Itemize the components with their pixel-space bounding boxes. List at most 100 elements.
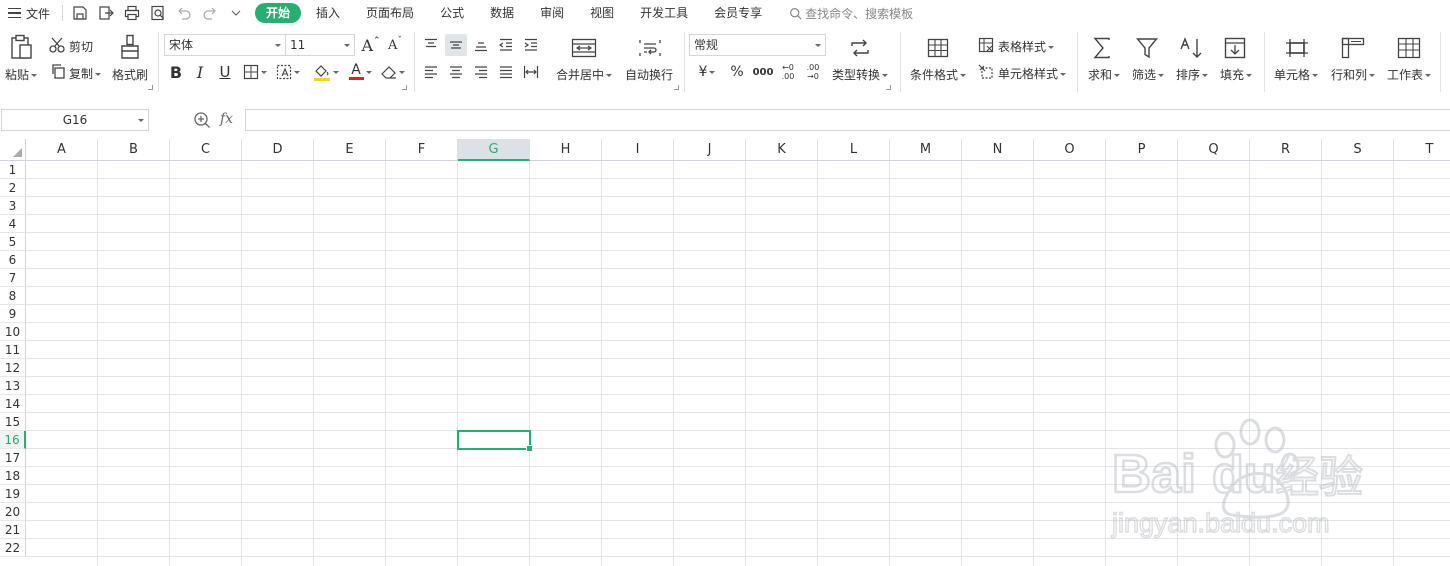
cell-label[interactable]: 单元格 <box>1274 66 1319 83</box>
save-icon[interactable] <box>71 4 89 22</box>
column-header-A[interactable]: A <box>26 139 98 161</box>
cell-icon-button[interactable] <box>1284 36 1310 60</box>
print-preview-icon[interactable] <box>149 4 167 22</box>
worksheet-icon-button[interactable] <box>1396 36 1422 60</box>
column-header-D[interactable]: D <box>242 139 314 161</box>
column-header-N[interactable]: N <box>962 139 1034 161</box>
justify-button[interactable] <box>495 61 517 83</box>
row-header-22[interactable]: 22 <box>0 539 26 557</box>
column-header-T[interactable]: T <box>1394 139 1450 161</box>
column-header-Q[interactable]: Q <box>1178 139 1250 161</box>
row-header-3[interactable]: 3 <box>0 197 26 215</box>
redo-icon[interactable] <box>201 4 219 22</box>
column-header-O[interactable]: O <box>1034 139 1106 161</box>
table-style-icon-button[interactable] <box>977 36 995 54</box>
fill-icon-button[interactable] <box>1223 36 1247 60</box>
file-menu[interactable]: 文件 <box>0 0 58 26</box>
merge-center-label[interactable]: 合并居中 <box>556 66 613 83</box>
row-header-17[interactable]: 17 <box>0 449 26 467</box>
format-painter-label[interactable]: 格式刷 <box>112 66 148 83</box>
decrease-font-button[interactable]: Aˇ <box>384 34 406 56</box>
name-box[interactable]: G16 <box>1 109 149 131</box>
number-format-select[interactable]: 常规 <box>689 34 826 56</box>
paste-button[interactable] <box>8 34 34 60</box>
decrease-decimal-button[interactable]: .00 →0 <box>801 61 825 83</box>
row-header-12[interactable]: 12 <box>0 359 26 377</box>
tab-home[interactable]: 开始 <box>255 3 302 23</box>
sum-label[interactable]: 求和 <box>1088 66 1121 83</box>
increase-indent-button[interactable] <box>520 34 542 56</box>
select-all-corner[interactable] <box>0 139 26 161</box>
tab-data[interactable]: 数据 <box>477 3 527 23</box>
column-header-M[interactable]: M <box>890 139 962 161</box>
paste-label[interactable]: 粘贴 <box>5 66 38 83</box>
tab-developer[interactable]: 开发工具 <box>627 3 701 23</box>
conditional-format-label[interactable]: 条件格式 <box>910 66 967 83</box>
row-header-2[interactable]: 2 <box>0 179 26 197</box>
column-header-I[interactable]: I <box>602 139 674 161</box>
fill-label[interactable]: 填充 <box>1220 66 1253 83</box>
row-header-15[interactable]: 15 <box>0 413 26 431</box>
launcher-icon[interactable] <box>886 85 891 90</box>
column-header-H[interactable]: H <box>530 139 602 161</box>
column-header-C[interactable]: C <box>170 139 242 161</box>
column-header-S[interactable]: S <box>1322 139 1394 161</box>
selected-cell-G16[interactable] <box>457 430 533 452</box>
cut-icon-button[interactable] <box>48 36 68 54</box>
launcher-icon[interactable] <box>148 85 153 90</box>
column-header-R[interactable]: R <box>1250 139 1322 161</box>
launcher-icon[interactable] <box>402 85 407 90</box>
column-header-L[interactable]: L <box>818 139 890 161</box>
wrap-text-icon-button[interactable] <box>636 36 664 60</box>
copy-icon-button[interactable] <box>48 62 68 80</box>
chevron-down-icon[interactable] <box>227 4 245 22</box>
font-size-select[interactable]: 11 <box>285 34 355 56</box>
tab-insert[interactable]: 插入 <box>303 3 353 23</box>
row-header-1[interactable]: 1 <box>0 161 26 179</box>
type-convert-label[interactable]: 类型转换 <box>832 66 889 83</box>
column-header-K[interactable]: K <box>746 139 818 161</box>
row-header-14[interactable]: 14 <box>0 395 26 413</box>
row-header-8[interactable]: 8 <box>0 287 26 305</box>
row-header-21[interactable]: 21 <box>0 521 26 539</box>
percent-button[interactable]: % <box>726 61 748 83</box>
decrease-indent-button[interactable] <box>495 34 517 56</box>
filter-label[interactable]: 筛选 <box>1132 66 1165 83</box>
column-header-E[interactable]: E <box>314 139 386 161</box>
tab-page-layout[interactable]: 页面布局 <box>353 3 427 23</box>
column-header-P[interactable]: P <box>1106 139 1178 161</box>
row-header-4[interactable]: 4 <box>0 215 26 233</box>
align-center-button[interactable] <box>445 61 467 83</box>
font-name-select[interactable]: 宋体 <box>164 34 286 56</box>
filter-icon-button[interactable] <box>1135 36 1159 60</box>
row-header-11[interactable]: 11 <box>0 341 26 359</box>
launcher-icon[interactable] <box>674 85 679 90</box>
thousands-button[interactable]: 000 <box>750 61 776 83</box>
bold-button[interactable]: B <box>165 61 187 83</box>
tab-member[interactable]: 会员专享 <box>701 3 775 23</box>
format-painter-button[interactable] <box>118 34 142 60</box>
conditional-format-icon-button[interactable] <box>925 36 951 60</box>
column-header-J[interactable]: J <box>674 139 746 161</box>
italic-button[interactable]: I <box>189 61 211 83</box>
underline-button[interactable]: U <box>214 61 236 83</box>
align-bottom-button[interactable] <box>470 34 492 56</box>
cell-format-button[interactable] <box>273 61 303 83</box>
sum-icon-button[interactable] <box>1090 36 1114 60</box>
wrap-text-label[interactable]: 自动换行 <box>625 66 673 83</box>
align-left-button[interactable] <box>420 61 442 83</box>
column-header-G[interactable]: G <box>458 139 530 161</box>
column-header-B[interactable]: B <box>98 139 170 161</box>
row-header-5[interactable]: 5 <box>0 233 26 251</box>
align-right-button[interactable] <box>470 61 492 83</box>
row-header-9[interactable]: 9 <box>0 305 26 323</box>
row-col-label[interactable]: 行和列 <box>1331 66 1376 83</box>
borders-button[interactable] <box>240 61 270 83</box>
sort-icon-button[interactable] <box>1178 36 1204 60</box>
clear-button[interactable] <box>378 61 408 83</box>
increase-font-button[interactable]: A ⌃ <box>360 34 382 56</box>
formula-input[interactable] <box>245 109 1450 131</box>
tab-review[interactable]: 审阅 <box>527 3 577 23</box>
row-header-13[interactable]: 13 <box>0 377 26 395</box>
row-header-16[interactable]: 16 <box>0 431 26 449</box>
